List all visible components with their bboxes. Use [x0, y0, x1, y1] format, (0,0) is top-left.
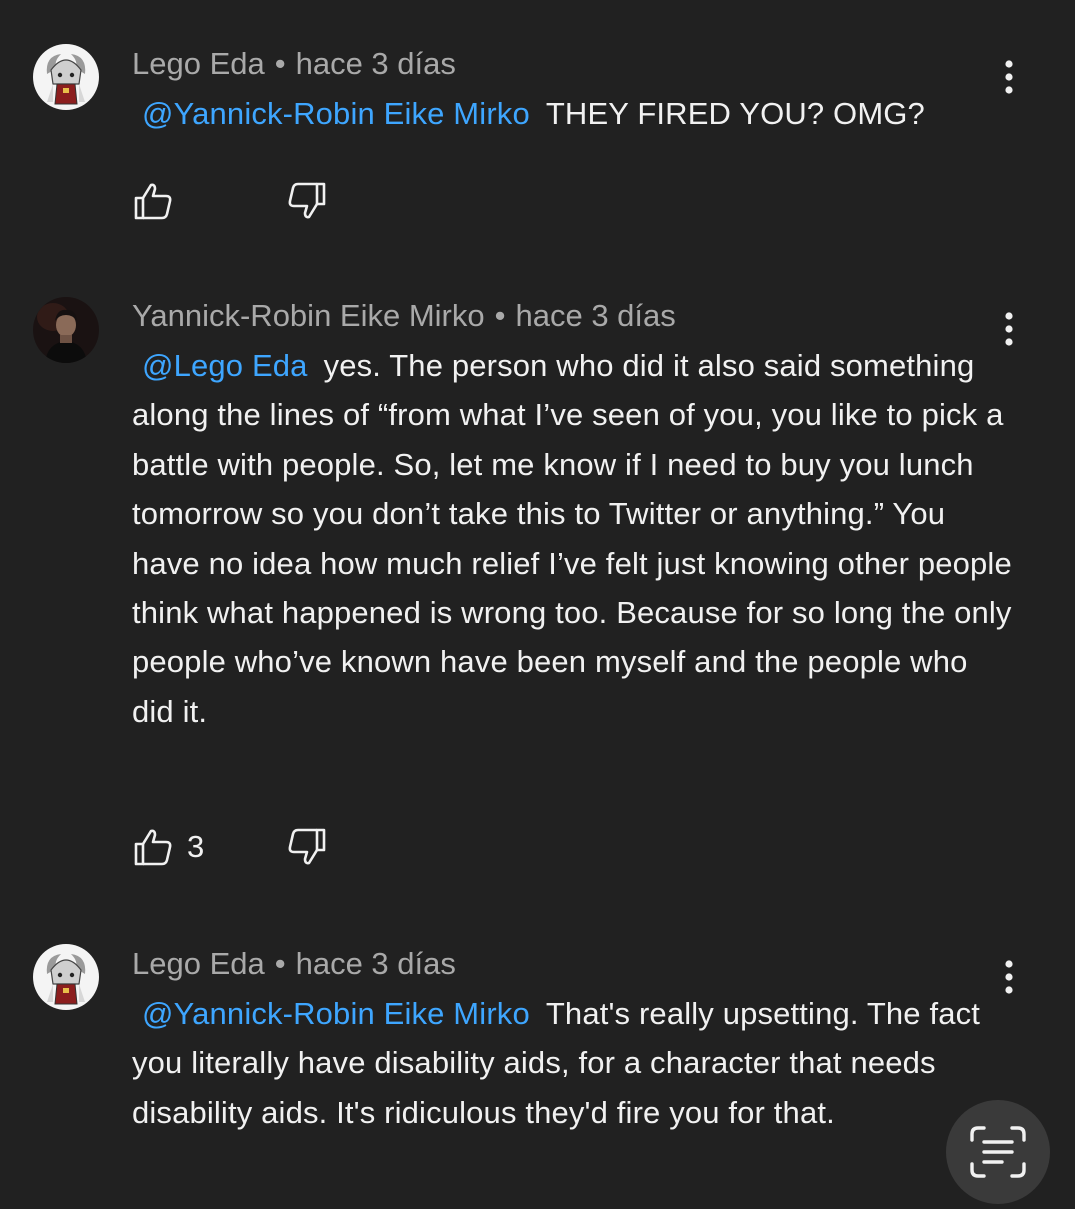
- mention-link[interactable]: @Yannick-Robin Eike Mirko: [142, 996, 530, 1031]
- more-vertical-icon: [1005, 960, 1013, 994]
- comment-meta: Lego Eda • hace 3 días: [132, 945, 456, 983]
- comment-author[interactable]: Lego Eda: [132, 946, 265, 981]
- comment-3: Lego Eda • hace 3 días @Yannick-Robin Eike…: [0, 0, 1075, 1200]
- comment-text: @Yannick-Robin Eike Mirko That's really u…: [132, 989, 1012, 1137]
- comment-time[interactable]: hace 3 días: [296, 946, 456, 981]
- live-text-button[interactable]: [946, 1100, 1050, 1204]
- avatar-lego-eda[interactable]: [33, 944, 99, 1010]
- meta-separator: •: [274, 946, 286, 981]
- text-scan-icon: [970, 1126, 1026, 1178]
- more-options-button[interactable]: [990, 953, 1028, 1003]
